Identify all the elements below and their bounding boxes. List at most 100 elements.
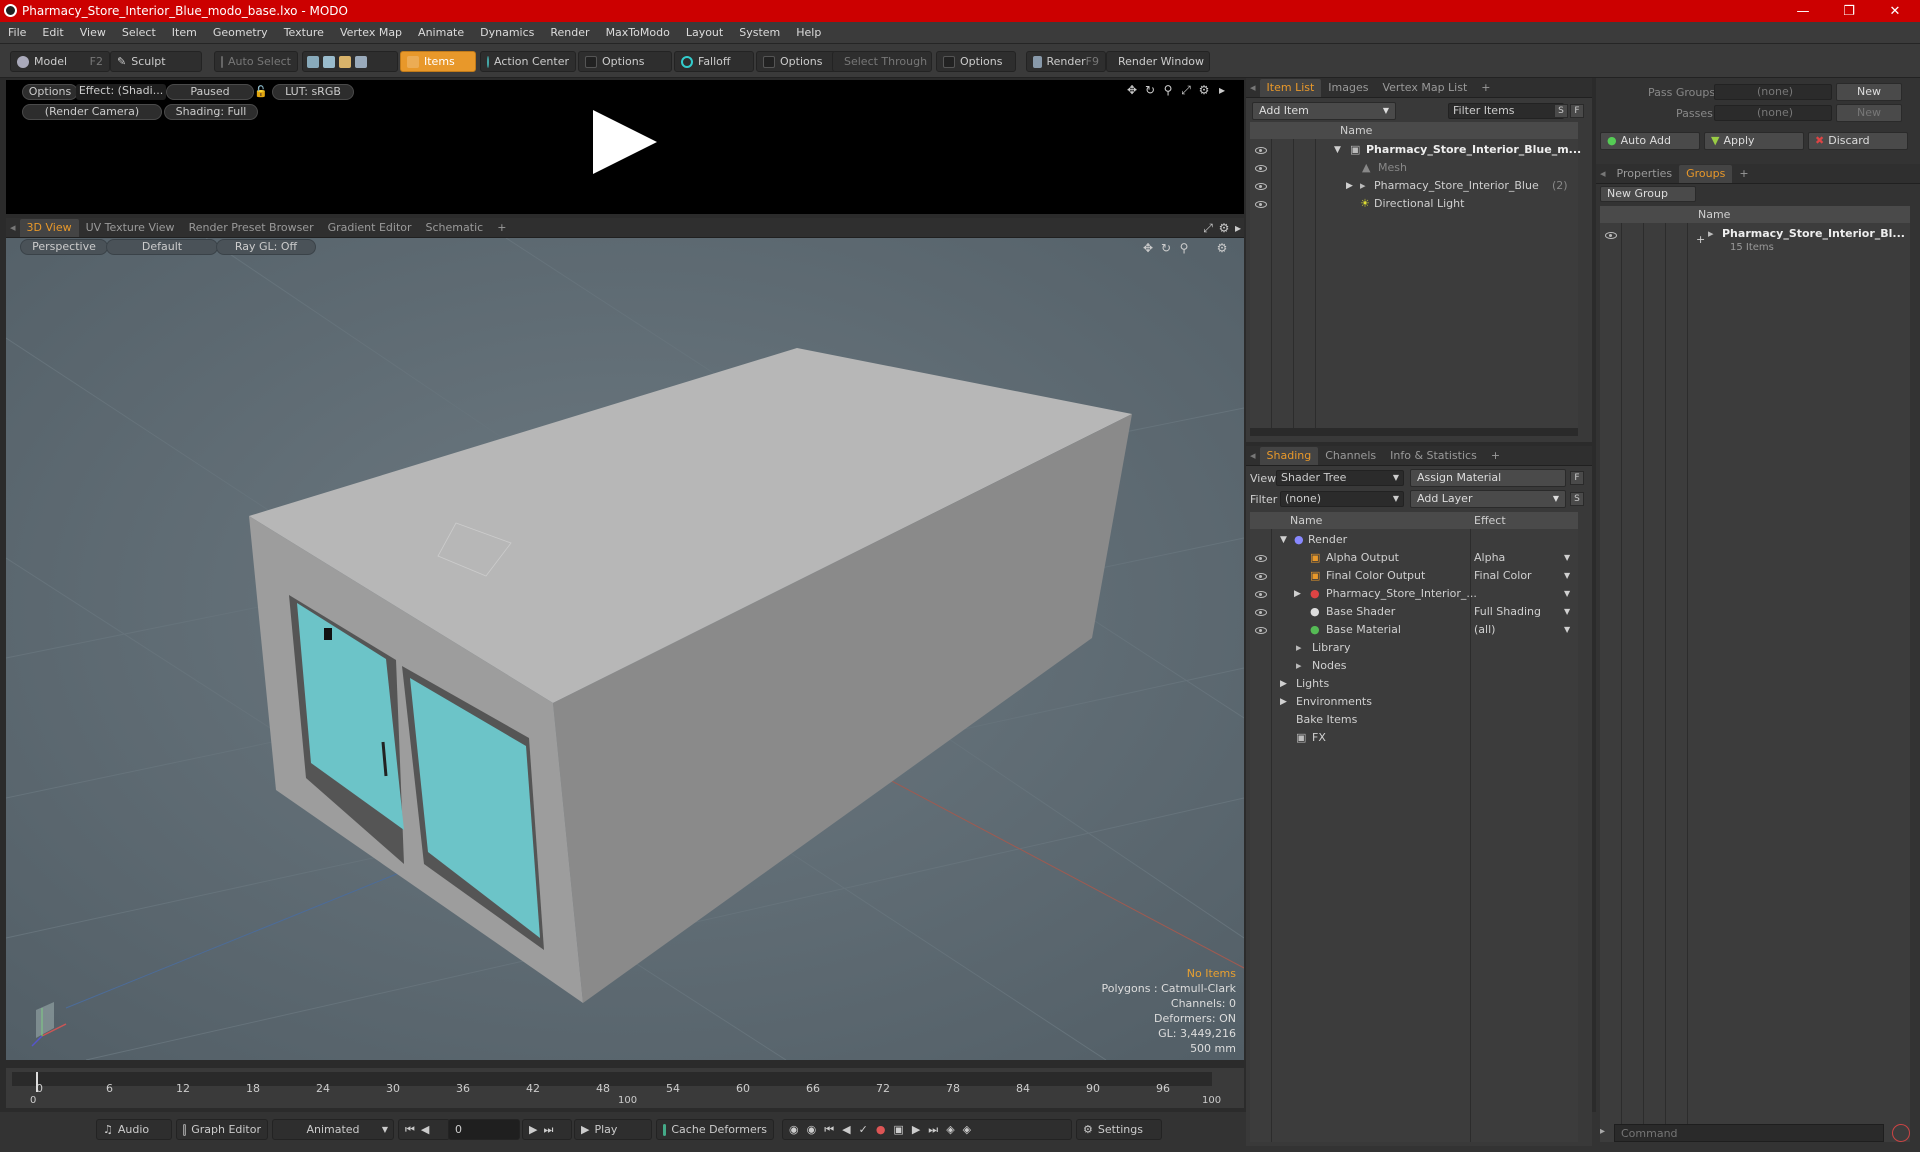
- chevron-right-icon[interactable]: ▶: [1346, 177, 1353, 195]
- list-item[interactable]: ▣ Final Color Output Final Color ▼: [1250, 567, 1578, 585]
- step-back-icon[interactable]: ◀: [421, 1123, 429, 1136]
- eye-icon[interactable]: [1255, 147, 1267, 154]
- tab-properties[interactable]: Properties: [1610, 165, 1680, 183]
- eye-icon[interactable]: [1255, 165, 1267, 172]
- menu-help[interactable]: Help: [788, 26, 829, 39]
- auto-select-button[interactable]: Auto Select: [214, 51, 298, 72]
- tab-item-list[interactable]: Item List: [1259, 78, 1322, 97]
- chevron-down-icon[interactable]: ▼: [1564, 603, 1570, 621]
- add-layer-dropdown[interactable]: Add Layer ▼: [1410, 490, 1566, 508]
- options-button-2[interactable]: Options: [756, 51, 836, 72]
- list-item[interactable]: ▼ ● Render: [1250, 531, 1578, 549]
- chevron-down-icon[interactable]: ▼: [1334, 141, 1341, 159]
- filter-toggle-button[interactable]: F: [1570, 471, 1584, 485]
- options-button-1[interactable]: Options: [578, 51, 672, 72]
- apply-button[interactable]: ▼ Apply: [1704, 132, 1804, 150]
- rotate-icon[interactable]: ↻: [1144, 84, 1156, 96]
- tab-vertex-map-list[interactable]: Vertex Map List: [1375, 79, 1474, 97]
- play-preview-icon[interactable]: [593, 110, 657, 174]
- menu-vertex-map[interactable]: Vertex Map: [332, 26, 410, 39]
- add-item-dropdown[interactable]: Add Item ▼: [1252, 102, 1396, 120]
- list-item[interactable]: ▶ Lights: [1250, 675, 1578, 693]
- panel-menu-icon[interactable]: ◂: [1250, 81, 1256, 94]
- polygons-mode-icon[interactable]: [339, 55, 351, 68]
- set-key-icon[interactable]: ✓: [859, 1123, 868, 1136]
- menu-item[interactable]: Item: [164, 26, 205, 39]
- play-button[interactable]: ▶ Play: [574, 1119, 652, 1140]
- gear-icon[interactable]: ⚙: [1198, 84, 1210, 96]
- list-item[interactable]: ● Base Shader Full Shading ▼: [1250, 603, 1578, 621]
- list-item[interactable]: ▸ Nodes: [1250, 657, 1578, 675]
- panel-menu-icon[interactable]: ◂: [10, 221, 16, 234]
- raygl-dropdown[interactable]: Ray GL: Off: [216, 239, 316, 255]
- zoom-icon[interactable]: ⚲: [1162, 84, 1174, 96]
- animated-dropdown[interactable]: Animated ▼: [272, 1119, 394, 1140]
- tab-render-preset-browser[interactable]: Render Preset Browser: [182, 219, 321, 237]
- chevron-right-icon[interactable]: ▶: [1280, 675, 1287, 693]
- maximize-icon[interactable]: ⤢: [1180, 84, 1192, 96]
- chevron-right-icon[interactable]: ▶: [1280, 693, 1287, 711]
- record-macro-icon[interactable]: [1892, 1124, 1910, 1142]
- list-item[interactable]: ▼ ▣ Pharmacy_Store_Interior_Blue_m...: [1250, 141, 1581, 159]
- frame-input[interactable]: 0: [448, 1119, 520, 1140]
- list-item[interactable]: ▣ FX: [1250, 729, 1578, 747]
- rotate-icon[interactable]: ↻: [1160, 242, 1172, 254]
- maximize-icon[interactable]: ⤢: [1202, 222, 1214, 234]
- lock-icon[interactable]: 🔓: [254, 85, 268, 98]
- new-pass-button[interactable]: New: [1836, 104, 1902, 122]
- render-button[interactable]: Render F9: [1026, 51, 1106, 72]
- timeline[interactable]: 0 6 12 18 24 30 36 42 48 54 60 66 72 78 …: [6, 1068, 1244, 1108]
- zoom-icon[interactable]: ⚲: [1178, 242, 1190, 254]
- list-item[interactable]: ▶ ● Pharmacy_Store_Interior_... ▼: [1250, 585, 1578, 603]
- pass-groups-dropdown[interactable]: (none): [1714, 84, 1832, 100]
- list-item[interactable]: ▶ ▸ Pharmacy_Store_Interior_Blue (2): [1250, 177, 1578, 195]
- 3d-viewport[interactable]: Perspective Default Ray GL: Off ✥ ↻ ⚲ ⚙ …: [6, 238, 1244, 1060]
- add-tab-icon[interactable]: +: [1484, 447, 1507, 465]
- eye-icon[interactable]: [1255, 201, 1267, 208]
- menu-animate[interactable]: Animate: [410, 26, 472, 39]
- list-item[interactable]: ▣ Alpha Output Alpha ▼: [1250, 549, 1578, 567]
- panel-menu-icon[interactable]: ◂: [1600, 167, 1606, 180]
- menu-render[interactable]: Render: [542, 26, 597, 39]
- prev-key-icon[interactable]: ⏮: [824, 1123, 834, 1137]
- vertices-mode-icon[interactable]: [307, 55, 319, 68]
- settings-button[interactable]: ⚙ Settings: [1076, 1119, 1162, 1140]
- view-dropdown[interactable]: Shader Tree ▼: [1276, 470, 1404, 486]
- tab-shading[interactable]: Shading: [1259, 446, 1319, 465]
- gear-icon[interactable]: ⚙: [1216, 242, 1228, 254]
- falloff-button[interactable]: Falloff: [674, 51, 754, 72]
- pan-icon[interactable]: ✥: [1126, 84, 1138, 96]
- action-center-button[interactable]: Action Center: [480, 51, 576, 72]
- skip-end-icon[interactable]: ⏭: [543, 1123, 553, 1137]
- key-icon[interactable]: ◉: [807, 1123, 817, 1136]
- playhead[interactable]: [36, 1072, 38, 1092]
- model-button[interactable]: Model F2: [10, 51, 110, 72]
- new-group-button[interactable]: New Group: [1600, 186, 1696, 202]
- eye-icon[interactable]: [1255, 591, 1267, 598]
- menu-maxtomodo[interactable]: MaxToModo: [598, 26, 678, 39]
- restore-icon[interactable]: ❐: [1826, 0, 1872, 22]
- tab-gradient-editor[interactable]: Gradient Editor: [321, 219, 419, 237]
- tab-uv-texture-view[interactable]: UV Texture View: [79, 219, 182, 237]
- gear-icon[interactable]: ⚙: [1218, 222, 1230, 234]
- chevron-down-icon[interactable]: ▼: [1564, 567, 1570, 585]
- list-item[interactable]: Bake Items: [1250, 711, 1578, 729]
- skip-start-icon[interactable]: ⏮: [405, 1123, 415, 1137]
- graph-editor-button[interactable]: Graph Editor: [176, 1119, 268, 1140]
- options-button-3[interactable]: Options: [936, 51, 1016, 72]
- preview-options-button[interactable]: Options: [22, 84, 78, 100]
- minimize-icon[interactable]: —: [1780, 0, 1826, 22]
- filter-toggle-button[interactable]: F: [1570, 104, 1584, 118]
- new-pass-group-button[interactable]: New: [1836, 83, 1902, 101]
- chevron-down-icon[interactable]: ▼: [1280, 531, 1287, 549]
- render-window-button[interactable]: Render Window: [1106, 51, 1210, 72]
- tab-3d-view[interactable]: 3D View: [19, 218, 79, 237]
- close-icon[interactable]: ✕: [1872, 0, 1918, 22]
- add-tab-icon[interactable]: +: [490, 219, 513, 237]
- eye-icon[interactable]: [1605, 232, 1617, 239]
- menu-texture[interactable]: Texture: [276, 26, 332, 39]
- next-key-icon[interactable]: ⏭: [928, 1123, 938, 1137]
- perspective-dropdown[interactable]: Perspective: [20, 239, 108, 255]
- chevron-right-icon[interactable]: ▶: [1294, 585, 1301, 603]
- audio-button[interactable]: ♫ Audio: [96, 1119, 172, 1140]
